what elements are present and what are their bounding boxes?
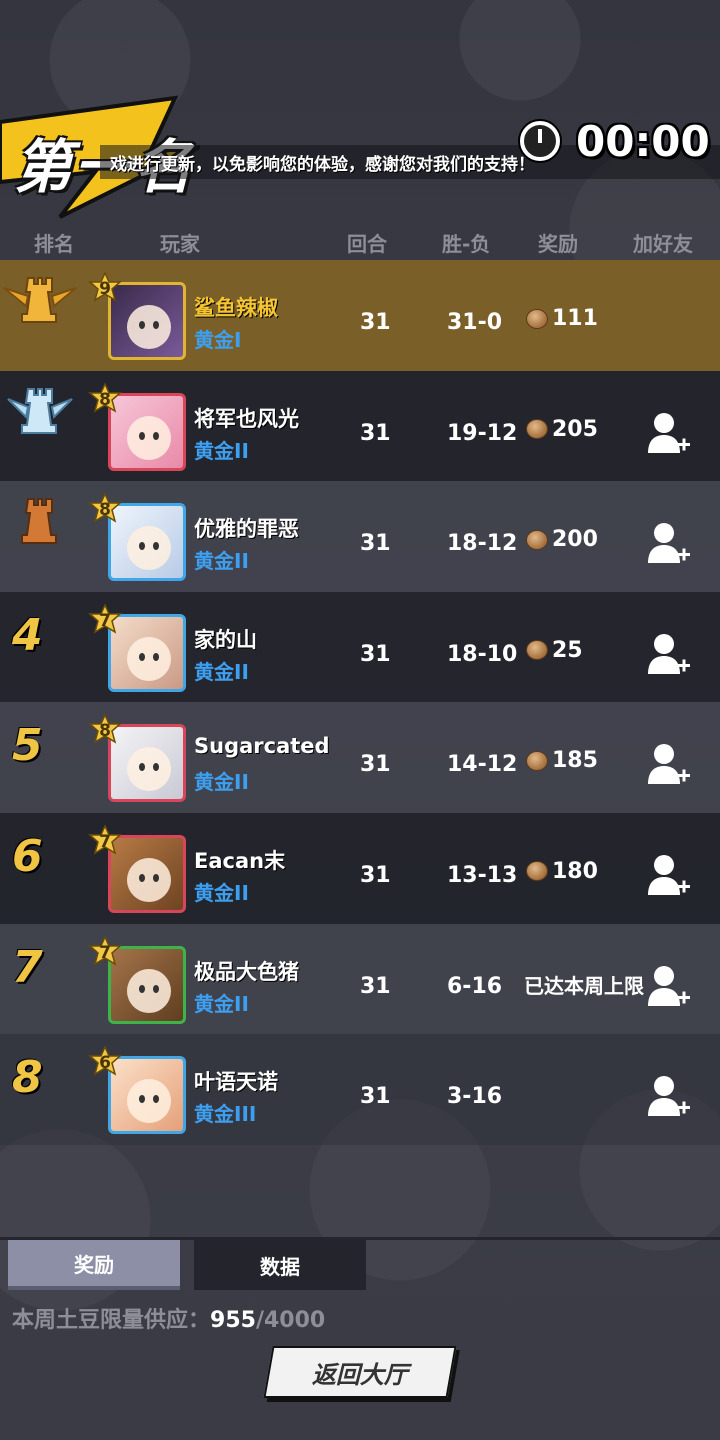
win-loss-value: 18-10 [447, 641, 518, 667]
leaderboard: 9 鲨鱼辣椒 黄金I 31 31-0 111 8 将军也风光 黄金II 31 1… [0, 260, 720, 1145]
level-badge: 8 [88, 493, 122, 527]
reward-value: 111 [526, 306, 598, 331]
player-tier: 黄金II [194, 438, 249, 463]
player-tier: 黄金II [194, 880, 249, 905]
potato-icon [526, 861, 548, 882]
rank-number: 4 [12, 609, 43, 661]
potato-icon [526, 640, 548, 661]
win-loss-value: 14-12 [447, 752, 518, 778]
clock-icon [520, 121, 560, 161]
col-win-loss: 胜-负 [442, 232, 491, 256]
player-name: 将军也风光 [194, 406, 299, 431]
timer-text: 00:00 [576, 116, 710, 166]
rank-number: 5 [12, 720, 43, 772]
leaderboard-row[interactable]: 9 鲨鱼辣椒 黄金I 31 31-0 111 [0, 260, 720, 371]
reward-value: 205 [526, 417, 598, 442]
add-friend-icon[interactable] [646, 742, 692, 788]
col-rounds: 回合 [347, 232, 387, 256]
leaderboard-row[interactable]: 7 7 极品大色猪 黄金II 31 6-16 已达本周上限 [0, 923, 720, 1035]
level-badge: 6 [88, 1046, 122, 1080]
rank-number: 7 [12, 941, 43, 993]
rounds-value: 31 [360, 420, 391, 446]
rank-number: 6 [12, 830, 43, 882]
player-name: 鲨鱼辣椒 [194, 296, 278, 320]
potato-icon [526, 529, 548, 550]
leaderboard-row[interactable]: 5 8 Sugarcated 黄金II 31 14-12 185 [0, 702, 720, 813]
player-name: Sugarcated [194, 734, 330, 759]
rounds-value: 31 [360, 752, 391, 778]
notice-text: 戏进行更新，以免影响您的体验，感谢您对我们的支持！ [110, 155, 535, 175]
timer: 00:00 [520, 116, 710, 166]
tab-data[interactable]: 数据 [194, 1240, 366, 1290]
rounds-value: 31 [360, 531, 391, 557]
leaderboard-row[interactable]: 8 优雅的罪恶 黄金II 31 18-12 200 [0, 481, 720, 592]
player-tier: 黄金II [194, 770, 249, 795]
tab-reward[interactable]: 奖励 [8, 1240, 180, 1290]
add-friend-icon[interactable] [646, 1074, 692, 1120]
add-friend-icon[interactable] [646, 521, 692, 567]
rounds-value: 31 [360, 641, 391, 667]
add-friend-icon[interactable] [646, 411, 692, 457]
reward-value: 25 [526, 638, 583, 663]
level-badge: 7 [88, 824, 122, 859]
add-friend-icon[interactable] [646, 964, 692, 1010]
win-loss-value: 19-12 [447, 420, 518, 446]
col-add-friend: 加好友 [633, 232, 693, 256]
potato-icon [526, 750, 548, 771]
player-name: 优雅的罪恶 [194, 517, 299, 542]
level-badge: 8 [88, 714, 122, 748]
player-name: 家的山 [194, 627, 257, 652]
gold-rook-medal-icon [2, 266, 78, 340]
win-loss-value: 13-13 [447, 862, 518, 888]
win-loss-value: 31-0 [447, 310, 503, 335]
level-badge: 7 [88, 935, 122, 970]
player-name: 极品大色猪 [194, 959, 299, 984]
reward-value: 180 [526, 859, 598, 884]
player-tier: 黄金III [194, 1102, 257, 1127]
leaderboard-row[interactable]: 8 将军也风光 黄金II 31 19-12 205 [0, 370, 720, 482]
bronze-rook-medal-icon [2, 487, 78, 561]
back-to-lobby-button[interactable]: 返回大厅 [263, 1346, 457, 1398]
back-to-lobby-label: 返回大厅 [312, 1360, 408, 1389]
level-badge: 9 [88, 272, 122, 306]
win-loss-value: 6-16 [447, 973, 503, 999]
add-friend-icon[interactable] [646, 632, 692, 678]
col-reward: 奖励 [538, 232, 578, 256]
supply-current: 955 [210, 1308, 256, 1333]
rounds-value: 31 [360, 1084, 391, 1110]
leaderboard-row[interactable]: 8 6 叶语天诺 黄金III 31 3-16 [0, 1034, 720, 1145]
player-name: 叶语天诺 [194, 1070, 278, 1095]
player-tier: 黄金II [194, 549, 249, 574]
player-tier: 黄金II [194, 991, 249, 1016]
col-player: 玩家 [160, 232, 200, 256]
add-friend-icon[interactable] [646, 853, 692, 899]
potato-supply: 本周土豆限量供应：955/4000 [12, 1302, 325, 1334]
col-rank: 排名 [34, 232, 74, 256]
silver-rook-medal-icon [2, 377, 78, 451]
level-badge: 7 [88, 603, 122, 638]
reward-value: 185 [526, 748, 598, 773]
rounds-value: 31 [360, 862, 391, 888]
win-loss-value: 3-16 [447, 1084, 503, 1110]
player-name: Eacan末 [194, 848, 286, 873]
rounds-value: 31 [360, 973, 391, 999]
supply-label: 本周土豆限量供应： [12, 1308, 211, 1333]
win-loss-value: 18-12 [447, 531, 518, 557]
leaderboard-row[interactable]: 4 7 家的山 黄金II 31 18-10 25 [0, 591, 720, 703]
rounds-value: 31 [360, 310, 391, 335]
leaderboard-row[interactable]: 6 7 Eacan末 黄金II 31 13-13 180 [0, 812, 720, 924]
potato-icon [526, 419, 548, 440]
player-tier: 黄金II [194, 659, 249, 684]
reward-value: 200 [526, 527, 598, 552]
level-badge: 8 [88, 382, 122, 417]
reward-limit-note: 已达本周上限 [524, 973, 644, 998]
player-tier: 黄金I [194, 328, 242, 352]
supply-max: /4000 [255, 1308, 326, 1333]
rank-number: 8 [12, 1052, 43, 1104]
potato-icon [526, 308, 548, 329]
